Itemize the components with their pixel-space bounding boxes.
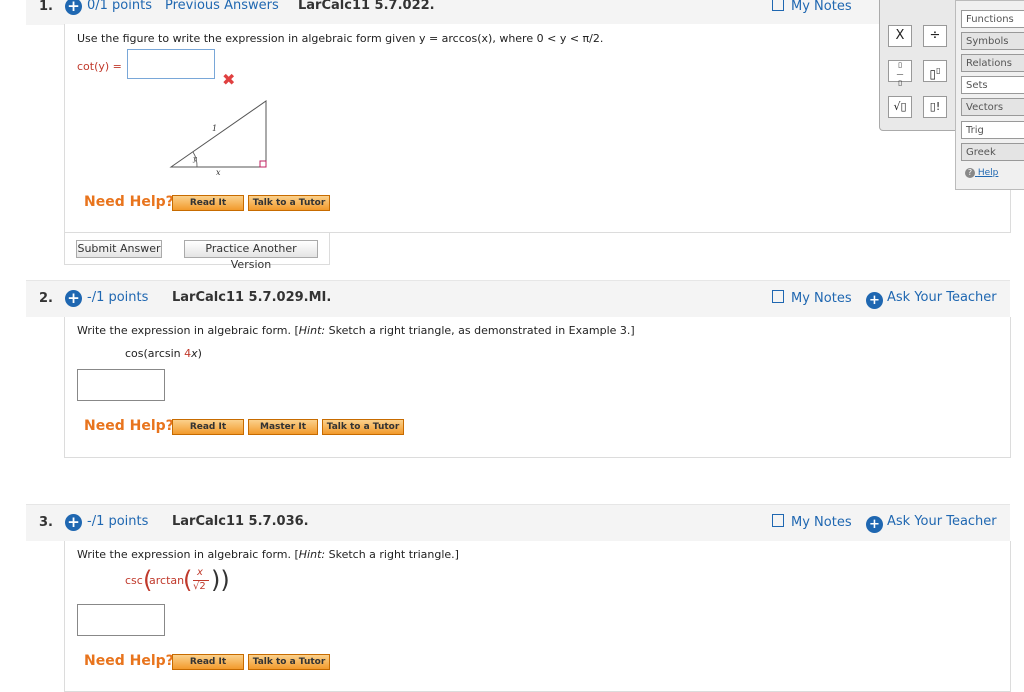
master-it-button[interactable]: Master It (248, 419, 318, 435)
triangle-hyp-label: 1 (212, 124, 218, 133)
tab-sets[interactable]: Sets (961, 76, 1024, 94)
triangle-angle-label: y (193, 155, 197, 163)
need-help-label: Need Help? (84, 418, 174, 434)
my-notes-link[interactable]: My Notes (772, 0, 852, 14)
question-1-header: 1. + 0/1 points Previous Answers LarCalc… (26, 0, 1010, 25)
points-link[interactable]: -/1 points (87, 514, 148, 529)
symbol-tabs-panel: Functions Symbols Relations Sets Vectors… (955, 0, 1024, 190)
practice-another-version-button[interactable]: Practice Another Version (184, 240, 318, 271)
read-it-button[interactable]: Read It (172, 195, 244, 211)
incorrect-x-icon: ✖ (222, 70, 236, 89)
question-2-header: 2. + -/1 points LarCalc11 5.7.029.MI. My… (26, 280, 1010, 317)
question-2-body (64, 317, 1011, 458)
read-it-button[interactable]: Read It (172, 419, 244, 435)
tab-functions[interactable]: Functions (961, 10, 1024, 28)
talk-to-tutor-button[interactable]: Talk to a Tutor (248, 195, 330, 211)
plus-icon: + (866, 292, 883, 309)
times-key[interactable]: X (888, 25, 912, 47)
read-it-button[interactable]: Read It (172, 654, 244, 670)
question-number: 1. (39, 0, 53, 14)
my-notes-link[interactable]: My Notes (772, 290, 852, 306)
ask-your-teacher-link[interactable]: + Ask Your Teacher (866, 514, 997, 533)
help-link[interactable]: ? Help (965, 168, 998, 178)
question-number: 3. (39, 515, 53, 530)
question-code: LarCalc11 5.7.029.MI. (172, 290, 332, 305)
math-keypad: X ÷ ▯ — ▯ ▯▯ √▯ ▯! (879, 0, 959, 131)
question-1-prompt: Use the figure to write the expression i… (77, 32, 604, 45)
question-code: LarCalc11 5.7.036. (172, 514, 309, 529)
question-3-prompt: Write the expression in algebraic form. … (77, 548, 459, 561)
ask-your-teacher-link[interactable]: + Ask Your Teacher (866, 290, 997, 309)
answer-input-2[interactable] (77, 369, 165, 401)
previous-answers-link[interactable]: Previous Answers (165, 0, 279, 13)
need-help-label: Need Help? (84, 653, 174, 669)
divide-key[interactable]: ÷ (923, 25, 947, 47)
notes-icon (772, 0, 784, 11)
plus-icon[interactable]: + (65, 514, 82, 531)
tab-greek[interactable]: Greek (961, 143, 1024, 161)
help-icon: ? (965, 168, 975, 178)
my-notes-link[interactable]: My Notes (772, 514, 852, 530)
talk-to-tutor-button[interactable]: Talk to a Tutor (248, 654, 330, 670)
answer-input-3[interactable] (77, 604, 165, 636)
question-2-expression: cos(arcsin 4x) (125, 347, 202, 360)
tab-symbols[interactable]: Symbols (961, 32, 1024, 50)
tab-vectors[interactable]: Vectors (961, 98, 1024, 116)
talk-to-tutor-button[interactable]: Talk to a Tutor (322, 419, 404, 435)
submit-answer-button[interactable]: Submit Answer (76, 240, 162, 258)
tab-trig[interactable]: Trig (961, 121, 1024, 139)
plus-icon[interactable]: + (65, 0, 82, 15)
notes-icon (772, 514, 784, 527)
answer-label: cot(y) = (77, 60, 122, 73)
tab-relations[interactable]: Relations (961, 54, 1024, 72)
need-help-label: Need Help? (84, 194, 174, 210)
triangle-base-label: x (216, 168, 221, 177)
factorial-key[interactable]: ▯! (923, 96, 947, 118)
notes-icon (772, 290, 784, 303)
answer-input-1[interactable] (127, 49, 215, 79)
question-2-prompt: Write the expression in algebraic form. … (77, 324, 635, 337)
superscript-key[interactable]: ▯▯ (923, 60, 947, 82)
points-link[interactable]: 0/1 points (87, 0, 152, 13)
plus-icon[interactable]: + (65, 290, 82, 307)
question-code: LarCalc11 5.7.022. (298, 0, 435, 13)
plus-icon: + (866, 516, 883, 533)
sqrt-key[interactable]: √▯ (888, 96, 912, 118)
question-3-header: 3. + -/1 points LarCalc11 5.7.036. My No… (26, 504, 1010, 541)
fraction-key[interactable]: ▯ — ▯ (888, 60, 912, 87)
question-number: 2. (39, 291, 53, 306)
points-link[interactable]: -/1 points (87, 290, 148, 305)
